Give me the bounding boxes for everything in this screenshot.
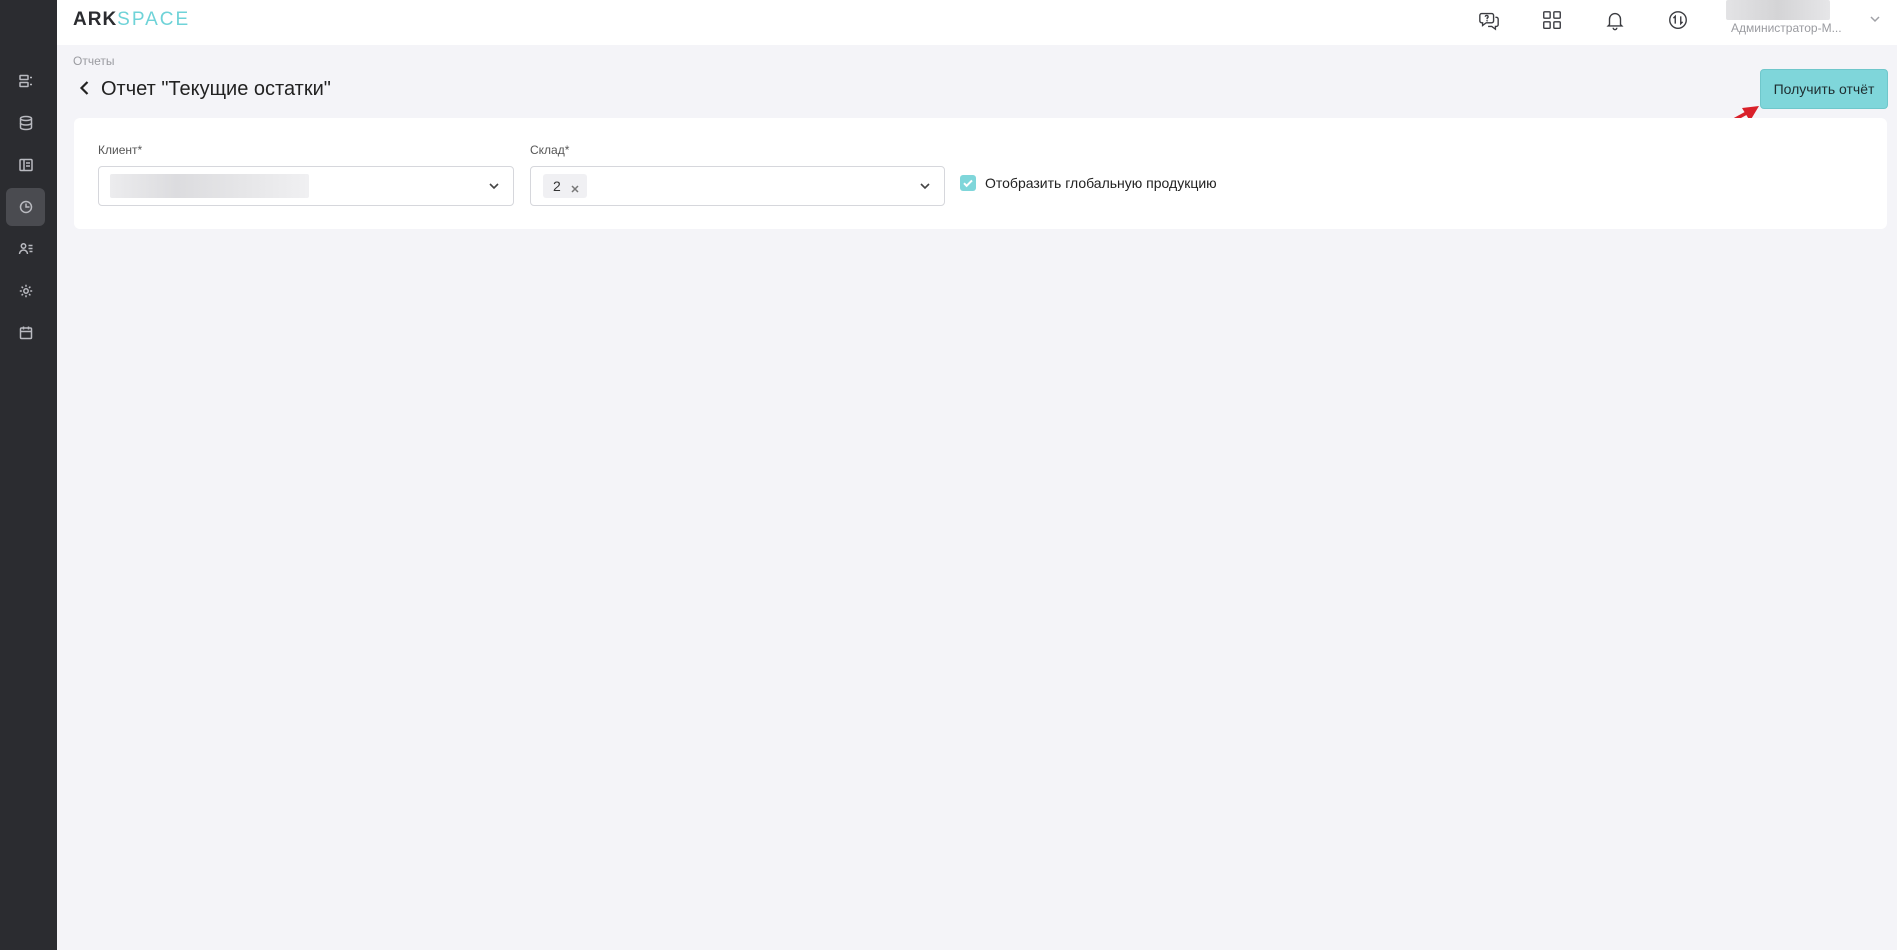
close-icon[interactable]	[568, 179, 582, 193]
chevron-down-icon[interactable]	[487, 179, 501, 193]
top-bar: ARKSPACE Администратор-М...	[0, 0, 1897, 45]
clock-chart-icon	[19, 200, 32, 214]
chevron-down-icon[interactable]	[1868, 12, 1882, 26]
global-products-label[interactable]: Отобразить глобальную продукцию	[985, 175, 1217, 191]
global-products-checkbox[interactable]	[960, 175, 976, 191]
user-avatar[interactable]	[1726, 0, 1830, 20]
client-label: Клиент*	[98, 143, 143, 157]
warehouse-tag-label: 2	[553, 178, 561, 194]
sync-icon[interactable]	[1667, 9, 1689, 31]
warehouse-tag: 2	[543, 174, 587, 198]
user-role[interactable]: Администратор-М...	[1731, 21, 1846, 35]
sidebar-item-list[interactable]	[6, 62, 45, 100]
client-select[interactable]	[98, 166, 514, 206]
breadcrumb[interactable]: Отчеты	[73, 54, 114, 68]
warehouse-select[interactable]: 2	[530, 166, 945, 206]
app-logo[interactable]: ARKSPACE	[73, 9, 190, 31]
sidebar-item-database[interactable]	[6, 104, 45, 142]
logo-text-ark: ARK	[73, 9, 118, 30]
sidebar-item-layout[interactable]	[6, 146, 45, 184]
get-report-button[interactable]: Получить отчёт	[1760, 69, 1888, 109]
back-arrow-icon[interactable]	[76, 79, 94, 97]
layout-icon	[18, 158, 33, 172]
database-icon	[19, 115, 32, 131]
calendar-icon	[19, 326, 32, 340]
warehouse-label: Склад*	[530, 143, 570, 157]
bell-icon[interactable]	[1604, 9, 1626, 31]
gear-icon	[19, 284, 32, 298]
apps-grid-icon[interactable]	[1541, 9, 1563, 31]
sidebar-item-settings[interactable]	[6, 272, 45, 310]
sidebar-item-users[interactable]	[6, 230, 45, 268]
list-icon	[18, 74, 32, 88]
page-title: Отчет "Текущие остатки"	[101, 78, 331, 100]
chevron-down-icon[interactable]	[918, 179, 932, 193]
sidebar-item-calendar[interactable]	[6, 314, 45, 352]
sidebar	[0, 0, 57, 950]
sidebar-item-reports[interactable]	[6, 188, 45, 226]
client-selected-value	[110, 174, 309, 198]
logo-text-space: SPACE	[117, 9, 191, 30]
checkmark-icon	[963, 179, 973, 188]
support-chat-icon[interactable]	[1478, 9, 1500, 31]
users-icon	[18, 243, 32, 255]
